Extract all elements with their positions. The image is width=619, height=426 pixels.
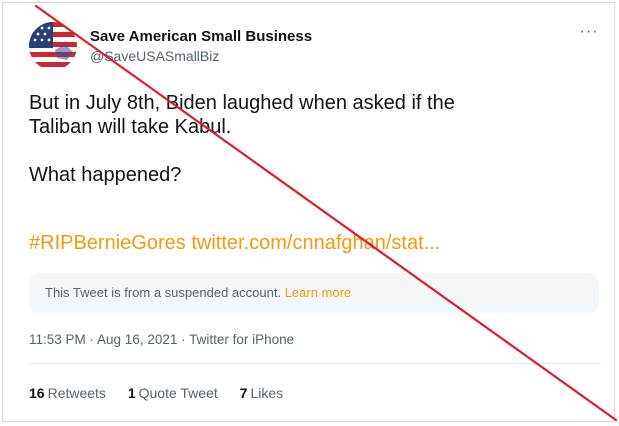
likes-label: Likes (250, 385, 284, 401)
tweet-text-line: What happened? (29, 164, 182, 186)
notice-text: This Tweet is from a suspended account. (45, 285, 282, 300)
likes-count: 7 (239, 385, 248, 401)
more-options-icon[interactable]: ··· (578, 24, 600, 40)
tweet-text-line: But in July 8th, Biden laughed when aske… (29, 92, 455, 114)
suspended-account-notice: This Tweet is from a suspended account. … (29, 273, 599, 313)
retweets-stat[interactable]: 16 Retweets (29, 385, 106, 401)
tweet-card-frame (2, 2, 615, 422)
avatar[interactable] (29, 22, 77, 70)
us-flag-avatar-icon (29, 22, 77, 70)
divider (29, 363, 601, 364)
url-link[interactable]: twitter.com/cnnafghan/stat... (191, 232, 440, 254)
quote-tweets-count: 1 (127, 385, 136, 401)
quote-tweets-stat[interactable]: 1 Quote Tweet (128, 385, 218, 401)
account-display-name[interactable]: Save American Small Business (90, 28, 312, 45)
tweet-timestamp[interactable]: 11:53 PM · Aug 16, 2021 · Twitter for iP… (29, 332, 294, 347)
tweet-stats: 16 Retweets 1 Quote Tweet 7 Likes (29, 385, 301, 401)
likes-stat[interactable]: 7 Likes (240, 385, 283, 401)
account-handle[interactable]: @SaveUSASmallBiz (90, 48, 219, 64)
retweets-label: Retweets (47, 385, 106, 401)
tweet-text-line: Taliban will take Kabul. (29, 116, 232, 138)
tweet-text-spacer (29, 139, 589, 163)
tweet-text: But in July 8th, Biden laughed when aske… (29, 91, 589, 187)
quote-tweets-label: Quote Tweet (138, 385, 218, 401)
tweet-links: #RIPBernieGores twitter.com/cnnafghan/st… (29, 231, 440, 255)
hashtag-link[interactable]: #RIPBernieGores (29, 232, 186, 254)
retweets-count: 16 (29, 385, 45, 401)
learn-more-link[interactable]: Learn more (285, 285, 351, 300)
